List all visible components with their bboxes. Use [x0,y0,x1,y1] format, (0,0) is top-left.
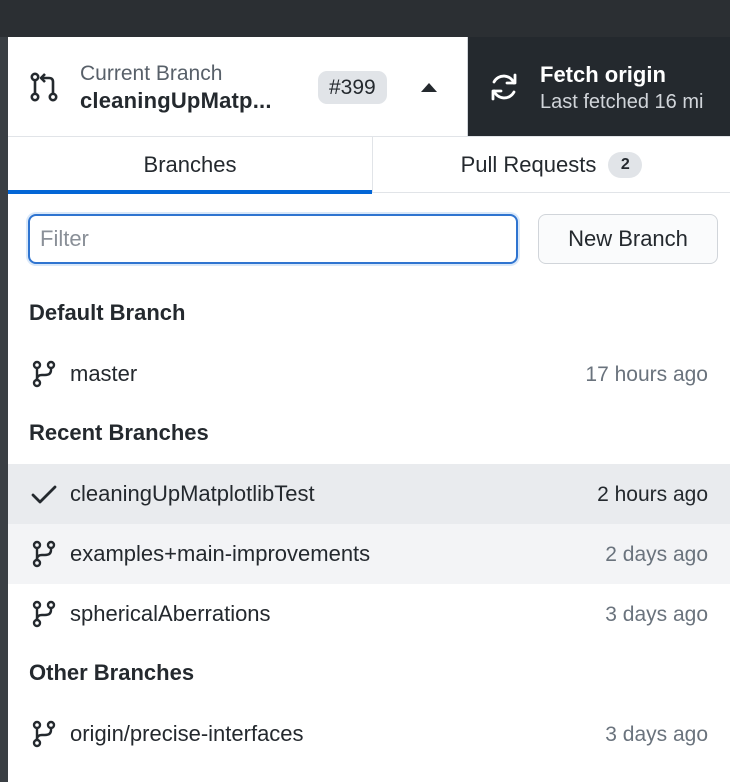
branch-time: 17 hours ago [585,363,708,386]
current-branch-name: cleaningUpMatp... [80,88,272,113]
git-branch-icon [32,600,56,628]
branch-name: origin/precise-interfaces [70,721,304,746]
fetch-subtitle: Last fetched 16 mi [540,91,704,113]
branch-time: 2 days ago [605,543,708,566]
section-header-other: Other Branches [29,660,195,685]
tab-branches-label: Branches [143,152,237,177]
branch-row-master[interactable]: master 17 hours ago [8,344,730,404]
branch-row-cleaningUpMatplotlibTest[interactable]: cleaningUpMatplotlibTest 2 hours ago [8,464,730,524]
filter-row: New Branch [28,214,718,266]
section-header-recent: Recent Branches [29,420,209,445]
new-branch-button[interactable]: New Branch [538,214,718,264]
pr-number-badge: #399 [318,71,387,104]
caret-up-icon [421,83,437,92]
branch-name: sphericalAberrations [70,601,271,626]
pull-requests-count-badge: 2 [608,152,643,178]
window-left-edge [0,37,8,782]
section-header-default: Default Branch [29,300,186,325]
git-branch-icon [32,540,56,568]
window-top-strip [0,0,730,37]
tab-branches[interactable]: Branches [8,137,372,194]
branches-dropdown-panel: Branches Pull Requests 2 New Branch Defa… [8,136,730,782]
tab-bar: Branches Pull Requests 2 [8,137,730,194]
fetch-text: Fetch origin Last fetched 16 mi [540,61,703,115]
sync-icon [491,73,517,101]
git-branch-icon [32,360,56,388]
branch-row-examples-main-improvements[interactable]: examples+main-improvements 2 days ago [8,524,730,584]
pull-request-icon [30,72,58,102]
branch-name: cleaningUpMatplotlibTest [70,481,315,506]
fetch-title: Fetch origin [540,62,666,87]
branch-time: 2 hours ago [597,483,708,506]
branch-row-sphericalAberrations[interactable]: sphericalAberrations 3 days ago [8,584,730,644]
current-branch-caption: Current Branch [80,62,223,85]
git-branch-icon [32,720,56,748]
branch-name: examples+main-improvements [70,541,371,566]
tab-pull-requests-label: Pull Requests [460,152,597,177]
branch-time: 3 days ago [605,723,708,746]
branch-filter-input[interactable] [28,214,518,264]
fetch-origin-button[interactable]: Fetch origin Last fetched 16 mi [468,37,730,136]
branch-name: master [70,361,138,386]
check-icon [31,485,57,504]
toolbar: Current Branch cleaningUpMatp... #399 Fe… [8,37,730,136]
current-branch-button[interactable]: Current Branch cleaningUpMatp... #399 [8,37,468,136]
branch-row-origin-precise-interfaces[interactable]: origin/precise-interfaces 3 days ago [8,704,730,764]
tab-pull-requests[interactable]: Pull Requests 2 [372,137,730,193]
branch-time: 3 days ago [605,603,708,626]
current-branch-text: Current Branch cleaningUpMatp... [80,61,272,115]
